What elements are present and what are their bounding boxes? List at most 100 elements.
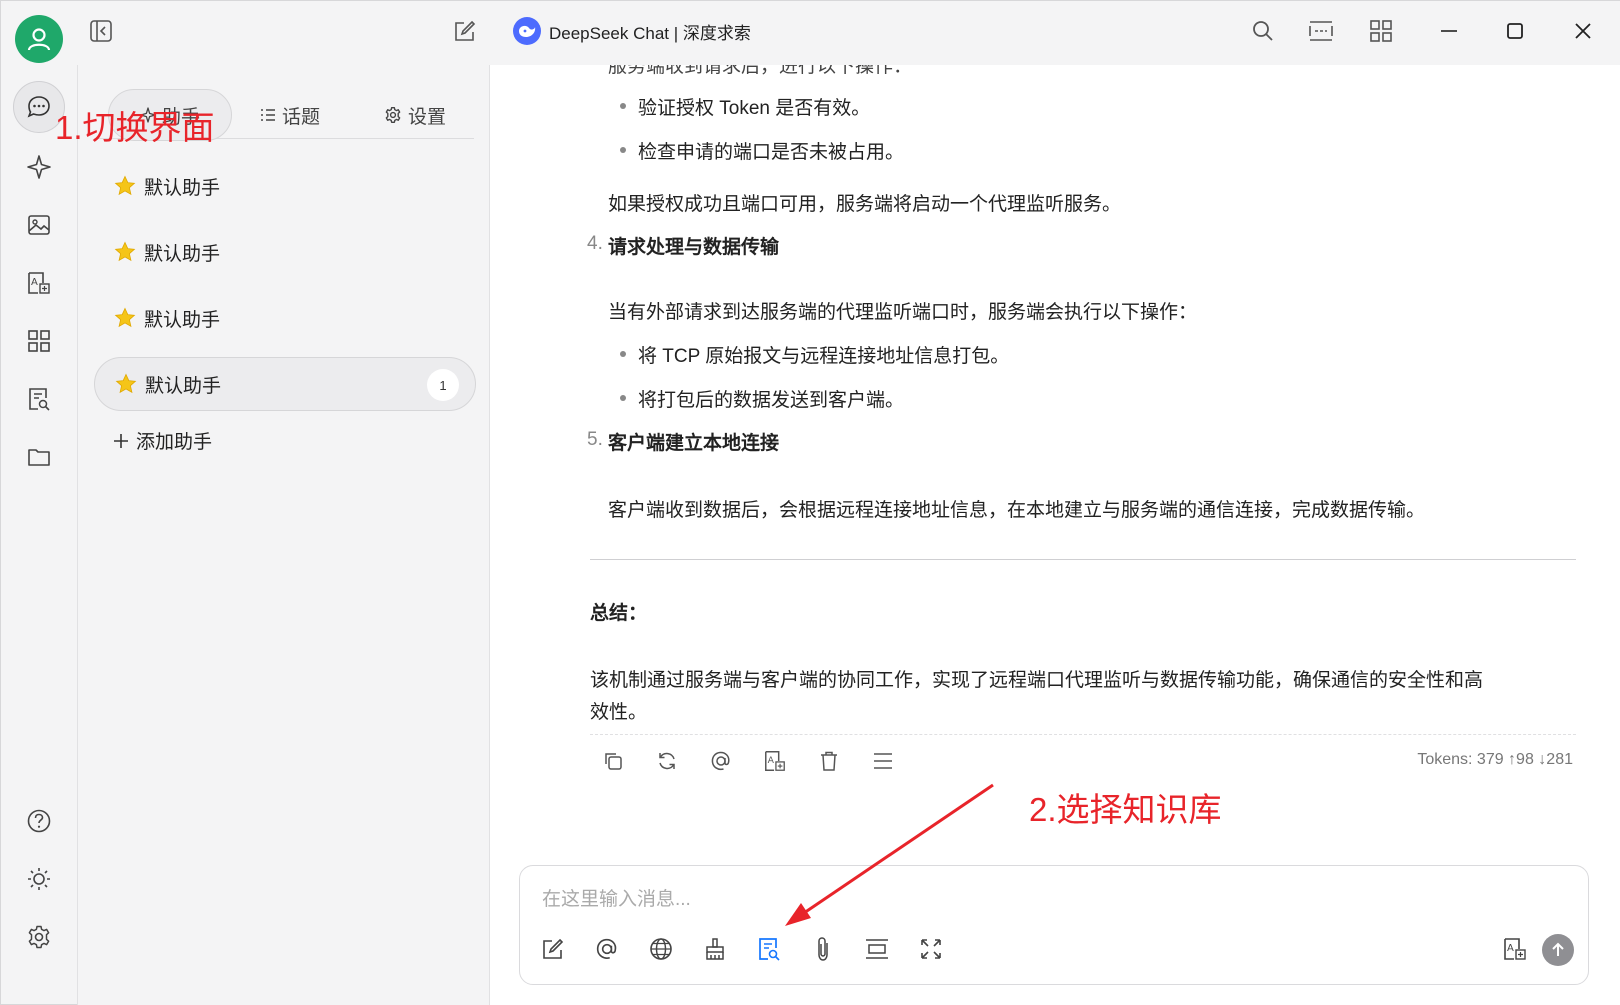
rail-theme-button[interactable]	[13, 853, 65, 905]
expand-context-icon[interactable]	[860, 932, 894, 966]
tab-settings-label: 设置	[408, 106, 447, 128]
web-search-icon[interactable]	[644, 932, 678, 966]
rail-apps-button[interactable]	[13, 315, 65, 367]
message-input-box: 在这里输入消息... A	[519, 865, 1589, 985]
close-icon[interactable]	[1567, 15, 1599, 47]
rail-files-button[interactable]	[13, 431, 65, 483]
translate-icon: A	[28, 272, 50, 294]
arrow-up-icon	[1552, 942, 1564, 956]
star-icon	[114, 241, 136, 262]
grid-icon	[28, 330, 50, 352]
bullet-item: 验证授权 Token 是否有效。	[619, 93, 870, 120]
help-icon	[27, 809, 51, 833]
step-heading: 客户端建立本地连接	[608, 433, 780, 454]
search-icon[interactable]	[1247, 15, 1279, 47]
app-title-text: DeepSeek Chat | 深度求索	[549, 23, 751, 43]
assistant-item[interactable]: 默认助手	[94, 291, 476, 345]
token-count: Tokens: 379 ↑98 ↓281	[1417, 751, 1573, 768]
image-icon	[28, 215, 50, 235]
collapse-sidebar-icon[interactable]	[85, 15, 117, 47]
expand-width-icon[interactable]	[1305, 15, 1337, 47]
annotation-step1: 1.切换界面	[55, 109, 215, 146]
app-window: DeepSeek Chat | 深度求索 A 助手 话题 设置 默认助手 默认助…	[0, 0, 1620, 1005]
paragraph: 如果授权成功且端口可用，服务端将启动一个代理监听服务。	[608, 194, 1122, 215]
message-input[interactable]: 在这里输入消息...	[542, 884, 691, 911]
mini-apps-icon[interactable]	[1365, 15, 1397, 47]
list-number: 5.	[587, 429, 603, 450]
paragraph: 客户端收到数据后，会根据远程连接地址信息，在本地建立与服务端的通信连接，完成数据…	[608, 500, 1426, 521]
summary-text: 效性。	[590, 702, 648, 723]
svg-text:A: A	[31, 277, 38, 288]
paragraph: 当有外部请求到达服务端的代理监听端口时，服务端会执行以下操作：	[608, 302, 1198, 323]
clear-context-icon[interactable]	[698, 932, 732, 966]
add-assistant-button[interactable]: 添加助手	[112, 427, 212, 454]
add-assistant-label: 添加助手	[136, 432, 213, 453]
star-icon	[114, 307, 136, 328]
assistant-name: 默认助手	[144, 309, 221, 331]
delete-icon[interactable]	[813, 745, 845, 777]
tab-topics[interactable]: 话题	[260, 89, 320, 141]
gear-icon	[385, 107, 401, 123]
message-footer-divider	[590, 734, 1576, 735]
assistant-name: 默认助手	[145, 375, 222, 397]
user-avatar[interactable]	[15, 15, 63, 63]
partial-text-line: 服务端收到请求后，进行以下操作：	[608, 65, 913, 77]
folder-icon	[28, 449, 50, 466]
star-icon	[114, 175, 136, 196]
icon-rail: A	[1, 65, 77, 1005]
new-topic-icon[interactable]	[536, 932, 570, 966]
mention-model-icon[interactable]	[590, 932, 624, 966]
translate-icon[interactable]: A	[759, 745, 791, 777]
send-button[interactable]	[1542, 934, 1574, 966]
assistant-panel: 助手 话题 设置 默认助手 默认助手 默认助手 默认助手 1 添加助手	[77, 65, 490, 1005]
list-icon	[261, 109, 275, 121]
step-heading: 请求处理与数据传输	[608, 237, 780, 258]
bullet-item: 将打包后的数据发送到客户端。	[619, 385, 904, 412]
summary-heading: 总结：	[590, 603, 648, 624]
annotation-step2: 2.选择知识库	[1029, 791, 1222, 828]
summary-text: 该机制通过服务端与客户端的协同工作，实现了远程端口代理监听与数据传输功能，确保通…	[590, 670, 1484, 691]
mention-icon[interactable]	[705, 745, 737, 777]
knowledge-base-icon	[29, 388, 50, 411]
list-number: 4.	[587, 233, 603, 254]
menu-icon[interactable]	[867, 745, 899, 777]
sparkle-icon	[27, 155, 51, 179]
bullet-item: 将 TCP 原始报文与远程连接地址信息打包。	[619, 341, 1009, 368]
regenerate-icon[interactable]	[651, 745, 683, 777]
assistant-item-selected[interactable]: 默认助手 1	[94, 357, 476, 411]
chat-area: 服务端收到请求后，进行以下操作： 验证授权 Token 是否有效。 检查申请的端…	[490, 65, 1620, 1005]
assistant-item[interactable]: 默认助手	[94, 225, 476, 279]
knowledge-base-icon[interactable]	[752, 932, 786, 966]
title-bar: DeepSeek Chat | 深度求索	[1, 1, 1620, 65]
bullet-item: 检查申请的端口是否未被占用。	[619, 137, 904, 164]
svg-text:A: A	[1507, 943, 1514, 954]
sun-icon	[28, 868, 50, 890]
fullscreen-icon[interactable]	[914, 932, 948, 966]
translate-input-icon[interactable]: A	[1498, 932, 1532, 966]
minimize-icon[interactable]	[1433, 15, 1465, 47]
assistant-item[interactable]: 默认助手	[94, 159, 476, 213]
deepseek-logo-icon	[513, 17, 541, 45]
plus-icon	[114, 433, 128, 448]
assistant-name: 默认助手	[144, 243, 221, 265]
copy-icon[interactable]	[597, 745, 629, 777]
gear-icon	[28, 925, 50, 949]
app-title: DeepSeek Chat | 深度求索	[513, 17, 751, 45]
topic-count-badge: 1	[427, 369, 459, 401]
rail-settings-button[interactable]	[13, 911, 65, 963]
tab-settings[interactable]: 设置	[384, 89, 446, 141]
maximize-icon[interactable]	[1499, 15, 1531, 47]
rail-knowledge-button[interactable]	[13, 373, 65, 425]
rail-painting-button[interactable]	[13, 199, 65, 251]
attachment-icon[interactable]	[806, 932, 840, 966]
star-icon	[115, 373, 137, 394]
tab-topics-label: 话题	[282, 106, 321, 128]
rail-translate-button[interactable]: A	[13, 257, 65, 309]
assistant-name: 默认助手	[144, 177, 221, 199]
chat-bubble-icon	[27, 96, 50, 118]
new-chat-icon[interactable]	[449, 15, 481, 47]
divider	[590, 559, 1576, 560]
rail-help-button[interactable]	[13, 795, 65, 847]
user-icon	[27, 28, 51, 51]
svg-text:A: A	[768, 755, 775, 766]
